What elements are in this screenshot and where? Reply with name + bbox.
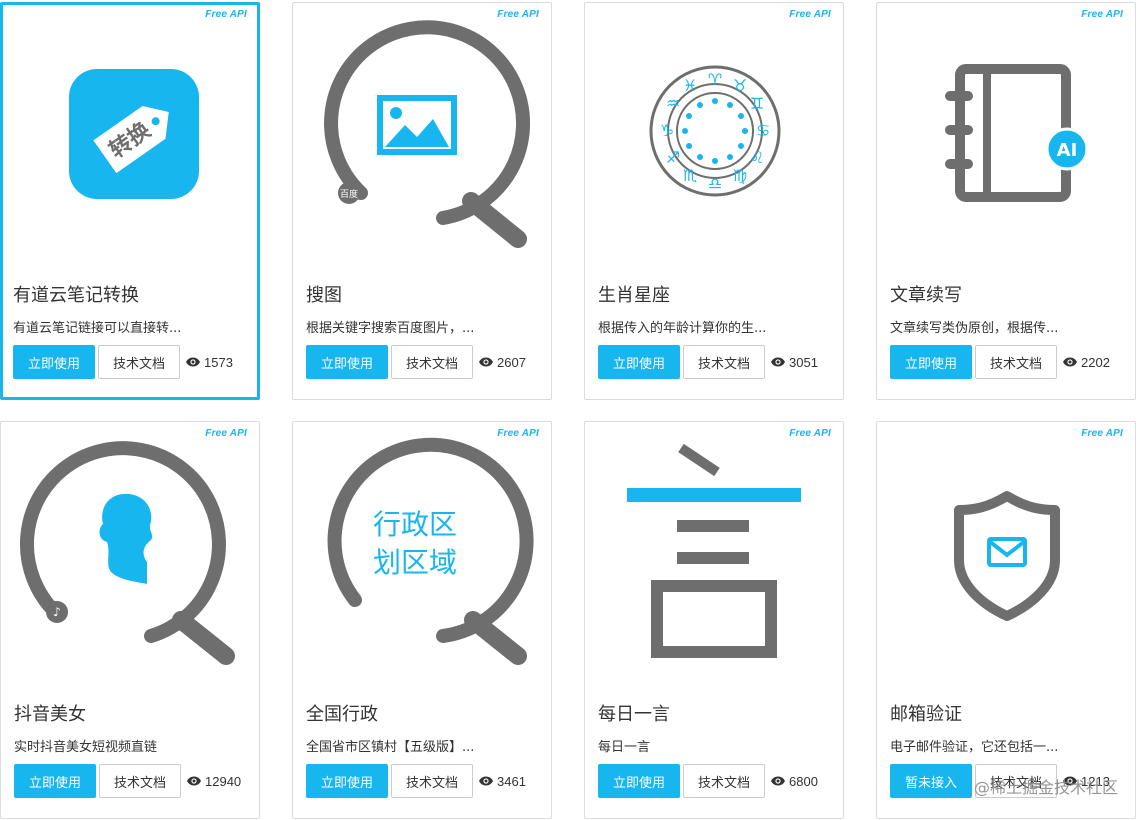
api-card-article-rewrite[interactable]: Free API AI 文章续写 文章续写类伪原创，根据传... 立即使用 技术… [876,2,1136,400]
card-title: 文章续写 [890,285,962,306]
view-count-value: 3461 [497,773,526,789]
card-description: 全国省市区镇村【五级版】... [306,740,475,755]
region-icon-line2: 划区域 [373,546,457,579]
card-title: 抖音美女 [14,704,86,725]
card-description: 每日一言 [598,740,651,755]
ai-notebook-icon: AI [877,3,1137,273]
svg-text:♏: ♏ [683,166,697,185]
card-title: 搜图 [306,285,342,306]
card-description: 有道云笔记链接可以直接转... [13,321,182,336]
card-title: 全国行政 [306,704,378,725]
use-now-button[interactable]: 立即使用 [306,764,388,798]
region-icon-line1: 行政区 [373,508,457,541]
card-title: 生肖星座 [598,285,670,306]
api-card-youdao[interactable]: Free API 转换 有道云笔记转换 有道云笔记链接可以直接转... 立即使用… [0,2,260,400]
view-count-value: 1573 [204,354,233,370]
not-available-button[interactable]: 暂未接入 [890,764,972,798]
card-description: 电子邮件验证，它还包括一... [890,740,1059,755]
view-count-value: 2202 [1081,354,1110,370]
eye-icon [187,776,201,786]
docs-button[interactable]: 技术文档 [391,345,473,379]
card-title: 有道云笔记转换 [13,285,139,306]
card-title: 每日一言 [598,704,670,725]
card-description: 文章续写类伪原创，根据传... [890,321,1059,336]
view-count-value: 12940 [205,773,242,789]
svg-text:♈: ♈ [708,70,722,89]
ai-icon-label: AI [1057,140,1078,161]
svg-text:♎: ♎ [708,174,722,193]
api-card-douyin[interactable]: Free API ♪ 抖音美女 实时抖音美女短视频直链 立即使用 技术文档 12… [0,421,260,819]
view-count: 12940 [186,774,241,789]
eye-icon [479,776,493,786]
view-count: 2607 [478,355,526,370]
view-count: 2202 [1062,355,1110,370]
svg-text:♐: ♐ [666,148,680,167]
svg-text:♉: ♉ [733,76,747,95]
eye-icon [1063,357,1077,367]
image-search-icon: 百度 [293,3,553,273]
card-description: 根据传入的年龄计算你的生... [598,321,767,336]
docs-button[interactable]: 技术文档 [98,345,180,379]
view-count: 3461 [478,774,526,789]
speech-character-icon [585,422,845,692]
docs-button[interactable]: 技术文档 [683,764,765,798]
eye-icon [771,776,785,786]
eye-icon [186,357,200,367]
card-description: 实时抖音美女短视频直链 [14,740,158,755]
region-search-icon: 行政区 划区域 [293,422,553,692]
juejin-watermark: @稀土掘金技术社区 [973,778,1118,797]
api-card-zodiac[interactable]: Free API ♈ ♉ ♊ ♋ ♌ ♍ ♎ ♏ ♐ ♑ ♒ ♓ 生肖星座 根据传入的年龄计算你… [584,2,844,400]
use-now-button[interactable]: 立即使用 [598,764,680,798]
use-now-button[interactable]: 立即使用 [890,345,972,379]
view-count-value: 6800 [789,773,818,789]
shield-mail-icon [877,422,1137,692]
use-now-button[interactable]: 立即使用 [13,345,95,379]
svg-text:♪: ♪ [53,605,61,619]
api-card-admin-division[interactable]: Free API 行政区 划区域 全国行政 全国省市区镇村【五级版】... 立即… [292,421,552,819]
svg-text:♒: ♒ [666,94,680,113]
api-card-daily-quote[interactable]: Free API 每日一言 每日一言 立即使用 技术文档 6800 [584,421,844,819]
view-count-value: 3051 [789,354,818,370]
svg-text:♓: ♓ [683,76,697,95]
docs-button[interactable]: 技术文档 [683,345,765,379]
portrait-search-icon: ♪ [1,422,261,692]
svg-text:♋: ♋ [756,121,770,140]
view-count: 3051 [770,355,818,370]
eye-icon [771,357,785,367]
svg-text:♍: ♍ [733,166,747,185]
zodiac-wheel-icon: ♈ ♉ ♊ ♋ ♌ ♍ ♎ ♏ ♐ ♑ ♒ ♓ [585,3,845,273]
baidu-icon-label: 百度 [340,188,358,200]
docs-button[interactable]: 技术文档 [99,764,181,798]
eye-icon [479,357,493,367]
docs-button[interactable]: 技术文档 [391,764,473,798]
card-description: 根据关键字搜索百度图片，... [306,321,475,336]
svg-text:♑: ♑ [660,121,674,140]
use-now-button[interactable]: 立即使用 [306,345,388,379]
svg-text:♌: ♌ [750,148,764,167]
docs-button[interactable]: 技术文档 [975,345,1057,379]
svg-text:♊: ♊ [750,94,764,113]
view-count: 1573 [185,355,233,370]
use-now-button[interactable]: 立即使用 [598,345,680,379]
api-card-image-search[interactable]: Free API 百度 搜图 根据关键字搜索百度图片，... 立即使用 技术文档… [292,2,552,400]
use-now-button[interactable]: 立即使用 [14,764,96,798]
view-count-value: 2607 [497,354,526,370]
card-title: 邮箱验证 [890,704,962,725]
view-count: 6800 [770,774,818,789]
convert-tag-icon: 转换 [3,5,263,275]
api-card-email-verify[interactable]: Free API 邮箱验证 电子邮件验证，它还包括一... 暂未接入 技术文档 … [876,421,1136,819]
